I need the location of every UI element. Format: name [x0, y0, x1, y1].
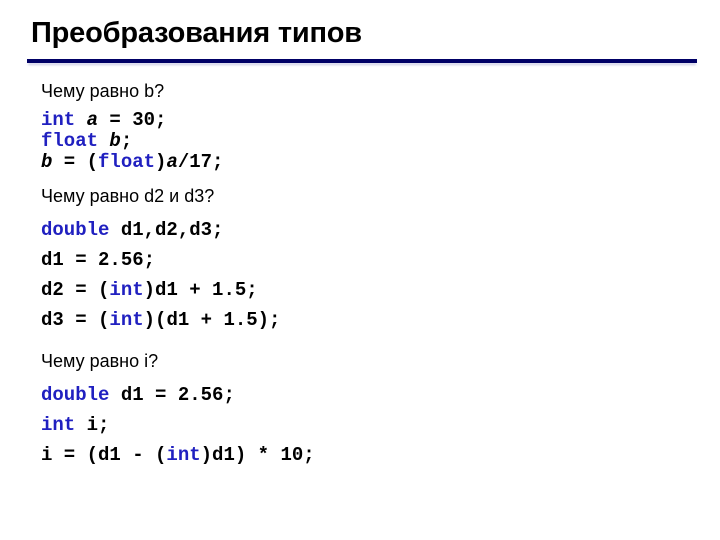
code-line: int i;: [41, 410, 701, 440]
section-i: Чему равно i? double d1 = 2.56; int i; i =…: [41, 350, 701, 470]
title-divider: [27, 59, 697, 63]
code-keyword: int: [109, 309, 144, 331]
code-text: = 30;: [98, 109, 167, 131]
code-text: d3 = (: [41, 309, 110, 331]
code-text: )d1) * 10;: [200, 444, 315, 466]
code-keyword: int: [109, 279, 144, 301]
question-text: Чему равно b?: [41, 81, 165, 101]
code-keyword: int: [166, 444, 201, 466]
code-text: d1,d2,d3;: [109, 219, 224, 241]
code-block: double d1,d2,d3; d1 = 2.56; d2 = (int)d1 +…: [41, 215, 701, 335]
code-text: i;: [75, 414, 110, 436]
page-title: Преобразования типов: [31, 17, 362, 49]
code-line: d1 = 2.56;: [41, 245, 701, 275]
question-text: Чему равно d2 и d3?: [41, 186, 215, 206]
code-keyword: int: [41, 109, 76, 131]
code-identifier: b: [41, 151, 53, 173]
code-keyword: float: [98, 151, 156, 173]
code-text: ;: [120, 130, 133, 152]
code-identifier: a: [166, 151, 178, 173]
code-block: int a = 30; float b; b = (float)a/17;: [41, 110, 701, 173]
code-text: i = (d1 - (: [41, 444, 167, 466]
code-text: )(d1 + 1.5);: [143, 309, 281, 331]
code-line: float b;: [41, 131, 701, 152]
code-line: b = (float)a/17;: [41, 152, 701, 173]
code-keyword: double: [41, 384, 110, 406]
code-line: double d1 = 2.56;: [41, 380, 701, 410]
slide: Преобразования типов Чему равно b? int a…: [0, 0, 720, 540]
code-line: d2 = (int)d1 + 1.5;: [41, 275, 701, 305]
code-block: double d1 = 2.56; int i; i = (d1 - (int)d1…: [41, 380, 701, 470]
code-text: = (: [52, 151, 99, 173]
code-line: int a = 30;: [41, 110, 701, 131]
section-d2-d3: Чему равно d2 и d3? double d1,d2,d3; d1 =…: [41, 185, 701, 335]
code-line: d3 = (int)(d1 + 1.5);: [41, 305, 701, 335]
code-identifier: b: [109, 130, 121, 152]
code-keyword: float: [41, 130, 99, 152]
question-text: Чему равно i?: [41, 351, 159, 371]
code-line: i = (d1 - (int)d1) * 10;: [41, 440, 701, 470]
code-text: /17;: [177, 151, 224, 173]
code-keyword: int: [41, 414, 76, 436]
code-text: d1 = 2.56;: [41, 249, 156, 271]
code-text: d2 = (: [41, 279, 110, 301]
code-text: ): [155, 151, 167, 173]
section-b: Чему равно b? int a = 30; float b; b = (fl…: [41, 80, 701, 173]
code-identifier: a: [86, 109, 99, 131]
code-text: )d1 + 1.5;: [143, 279, 258, 301]
slide-body: Чему равно b? int a = 30; float b; b = (fl…: [41, 80, 701, 470]
code-keyword: double: [41, 219, 110, 241]
code-line: double d1,d2,d3;: [41, 215, 701, 245]
code-text: d1 = 2.56;: [109, 384, 235, 406]
